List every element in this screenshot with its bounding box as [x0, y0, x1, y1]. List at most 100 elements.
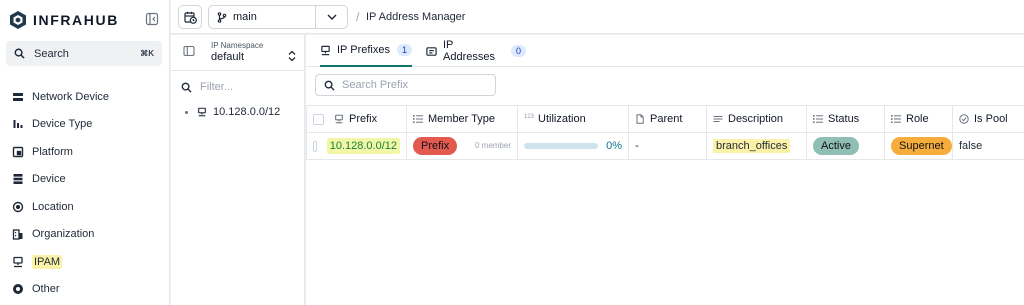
infrahub-logo-icon: [9, 10, 27, 30]
column-label: Utilization: [538, 113, 586, 125]
search-icon: [324, 80, 335, 91]
tab-label: IP Prefixes: [337, 44, 390, 56]
prefix-link[interactable]: 10.128.0.0/12: [326, 138, 400, 154]
list-icon: [891, 114, 901, 124]
search-button[interactable]: Search ⌘K: [6, 41, 162, 66]
row-checkbox[interactable]: [313, 140, 317, 152]
column-header-description[interactable]: Description: [706, 105, 807, 133]
tree-item-label: 10.128.0.0/12: [213, 106, 281, 118]
namespace-panel: IP Namespace default 10.128.0.0/12: [171, 35, 305, 305]
branch-name: main: [233, 11, 257, 23]
bar-chart-icon: [12, 118, 24, 130]
column-header-parent[interactable]: Parent: [628, 105, 707, 133]
collapse-sidebar-icon[interactable]: [145, 12, 159, 26]
tab-ip-prefixes[interactable]: IP Prefixes 1: [320, 35, 412, 67]
status-badge: Active: [813, 137, 859, 155]
column-header-prefix[interactable]: Prefix: [306, 105, 407, 133]
sidebar-nav: Network Device Device Type Platform Devi…: [0, 83, 170, 303]
utilization-percent: 0%: [606, 140, 622, 152]
number-icon: 123: [524, 114, 535, 120]
ipam-icon: [12, 256, 24, 268]
prefix-search-input[interactable]: [342, 79, 492, 91]
check-circle-icon: [959, 114, 969, 124]
building-icon: [12, 228, 24, 240]
location-pin-icon: [12, 201, 24, 213]
column-header-utilization[interactable]: 123 Utilization: [517, 105, 629, 133]
column-header-status[interactable]: Status: [806, 105, 885, 133]
sidebar-item-network-device[interactable]: Network Device: [0, 83, 170, 111]
tree-item-prefix[interactable]: 10.128.0.0/12: [185, 106, 280, 118]
calendar-clock-icon: [183, 11, 197, 24]
chevron-down-icon[interactable]: [315, 6, 347, 28]
column-label: Member Type: [428, 113, 496, 125]
panel-toggle-icon[interactable]: [183, 45, 195, 57]
branch-selector[interactable]: main: [208, 5, 348, 29]
table-header-row: Prefix Member Type 123 Utilization Paren…: [306, 105, 1024, 133]
is-pool-value: false: [959, 140, 983, 152]
sidebar-item-label: Other: [32, 283, 60, 296]
cell-member-type: Prefix 0 member: [406, 132, 518, 160]
column-label: Is Pool: [974, 113, 1008, 125]
sidebar-item-platform[interactable]: Platform: [0, 138, 170, 166]
text-lines-icon: [713, 114, 723, 124]
column-label: Status: [828, 113, 860, 125]
tab-count-badge: 1: [396, 44, 412, 56]
page-title: IP Address Manager: [366, 11, 466, 23]
cell-status: Active: [806, 132, 885, 160]
sidebar-item-ipam[interactable]: IPAM: [0, 248, 170, 276]
server-rack-icon: [12, 91, 24, 103]
column-header-member-type[interactable]: Member Type: [406, 105, 518, 133]
tab-label: IP Addresses: [443, 39, 495, 63]
filter-input[interactable]: [200, 81, 295, 93]
prefix-table: Prefix Member Type 123 Utilization Paren…: [306, 105, 1024, 160]
cell-prefix: 10.128.0.0/12: [306, 132, 407, 160]
column-header-is-pool[interactable]: Is Pool: [952, 105, 1024, 133]
namespace-label: IP Namespace: [211, 41, 264, 50]
sidebar-item-label: Network Device: [32, 90, 110, 103]
prefix-search-field[interactable]: [315, 74, 496, 96]
other-icon: [12, 283, 24, 295]
tab-bar: IP Prefixes 1 IP Addresses 0: [306, 35, 1024, 67]
sidebar-item-other[interactable]: Other: [0, 276, 170, 304]
sidebar-item-label: Platform: [32, 145, 73, 158]
cell-is-pool: false: [952, 132, 1024, 160]
parent-value: -: [635, 140, 639, 152]
document-icon: [635, 114, 645, 124]
sidebar-item-device[interactable]: Device: [0, 166, 170, 194]
search-icon: [14, 48, 25, 59]
divider: [171, 70, 305, 71]
list-icon: [813, 114, 823, 124]
brand[interactable]: INFRAHUB: [9, 9, 119, 31]
sidebar-item-label: Organization: [32, 228, 95, 241]
column-label: Description: [728, 113, 784, 125]
top-bar: main / IP Address Manager: [171, 0, 1024, 34]
sidebar-item-organization[interactable]: Organization: [0, 221, 170, 249]
cell-utilization: 0%: [517, 132, 629, 160]
chevron-up-down-icon[interactable]: [287, 50, 297, 62]
tab-ip-addresses[interactable]: IP Addresses 0: [426, 35, 526, 67]
search-shortcut: ⌘K: [140, 49, 154, 58]
role-badge: Supernet: [891, 137, 952, 155]
breadcrumb-separator: /: [356, 10, 360, 24]
time-travel-button[interactable]: [178, 5, 202, 29]
member-count: 0 member: [474, 141, 511, 150]
sidebar-item-label: Device: [32, 173, 66, 186]
namespace-select[interactable]: default: [211, 51, 244, 63]
platform-icon: [12, 146, 24, 158]
column-label: Prefix: [349, 113, 378, 125]
search-label: Search: [34, 47, 69, 60]
address-card-icon: [426, 46, 437, 57]
sidebar: INFRAHUB Search ⌘K Network Device Device…: [0, 0, 170, 305]
main-panel: IP Prefixes 1 IP Addresses 0 Search Pref…: [306, 35, 1024, 305]
sidebar-item-label: Location: [32, 200, 74, 213]
filter-field[interactable]: [181, 77, 299, 97]
sidebar-item-location[interactable]: Location: [0, 193, 170, 221]
prefix-icon: [334, 114, 344, 124]
column-label: Role: [906, 113, 929, 125]
table-row[interactable]: 10.128.0.0/12 Prefix 0 member 0% - branc: [306, 132, 1024, 160]
git-branch-icon: [217, 11, 227, 23]
sidebar-item-device-type[interactable]: Device Type: [0, 111, 170, 139]
cell-role: Supernet: [884, 132, 953, 160]
column-header-role[interactable]: Role: [884, 105, 953, 133]
select-all-checkbox[interactable]: [313, 113, 324, 125]
